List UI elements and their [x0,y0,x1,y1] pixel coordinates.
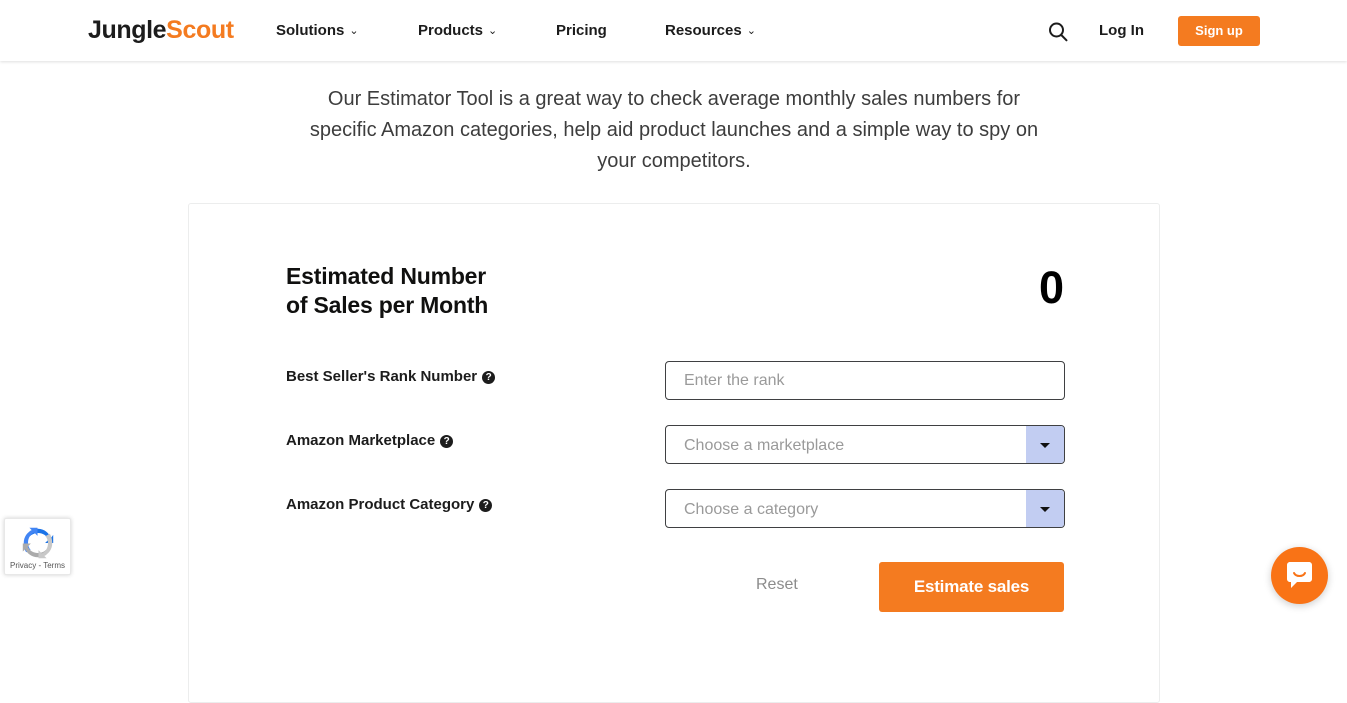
logo-text-scout: Scout [166,16,234,44]
label-amazon-product-category: Amazon Product Category? [286,495,493,515]
rank-input-wrapper [665,361,1065,400]
signup-button[interactable]: Sign up [1178,16,1260,46]
label-amazon-marketplace-text: Amazon Marketplace [286,432,436,449]
chat-launcher-button[interactable] [1271,547,1328,604]
logo-text-jungle: Jungle [88,16,167,44]
label-best-sellers-rank-text: Best Seller's Rank Number [286,368,478,385]
recaptcha-privacy-terms[interactable]: Privacy - Terms [5,561,70,571]
marketplace-select-value: Choose a marketplace [684,437,845,454]
nav-item-products[interactable]: Products ⌄ [418,21,497,41]
site-header: JungleScout Solutions ⌄ Products ⌄ Pricing… [0,0,1347,61]
rank-input[interactable] [666,362,1064,399]
estimate-sales-button[interactable]: Estimate sales [879,562,1064,612]
login-link[interactable]: Log In [1099,21,1144,40]
nav-item-resources[interactable]: Resources ⌄ [665,21,756,41]
recaptcha-icon [22,527,53,559]
nav-item-solutions-label: Solutions [276,22,345,39]
help-icon[interactable]: ? [440,435,454,448]
site-logo[interactable]: JungleScout [88,15,234,46]
search-icon[interactable] [1046,20,1070,44]
estimated-sales-value: 0 [1038,262,1064,313]
category-select-value: Choose a category [684,501,819,518]
nav-item-products-label: Products [418,22,484,39]
nav-item-pricing[interactable]: Pricing [556,21,607,40]
chevron-down-icon: ⌄ [488,25,498,37]
reset-button[interactable]: Reset [756,574,798,595]
dropdown-arrow-icon[interactable] [1026,490,1064,527]
estimator-card: Estimated Number of Sales per Month 0 Be… [188,203,1160,703]
estimator-heading-line1: Estimated Number [286,263,487,289]
label-best-sellers-rank: Best Seller's Rank Number? [286,367,496,387]
chevron-down-icon: ⌄ [349,25,359,37]
category-select[interactable]: Choose a category [665,489,1065,528]
nav-item-solutions[interactable]: Solutions ⌄ [276,21,359,41]
marketplace-select[interactable]: Choose a marketplace [665,425,1065,464]
label-amazon-product-category-text: Amazon Product Category [286,496,475,513]
nav-item-resources-label: Resources [665,22,742,39]
chevron-down-icon: ⌄ [746,25,756,37]
estimator-heading: Estimated Number of Sales per Month [286,262,488,320]
recaptcha-badge[interactable]: Privacy - Terms [4,518,71,575]
label-amazon-marketplace: Amazon Marketplace? [286,431,454,451]
help-icon[interactable]: ? [482,371,496,384]
dropdown-arrow-icon[interactable] [1026,426,1064,463]
estimator-heading-line2: of Sales per Month [286,292,489,318]
intro-paragraph: Our Estimator Tool is a great way to che… [309,88,1039,172]
nav-item-pricing-label: Pricing [556,22,607,39]
help-icon[interactable]: ? [479,499,493,512]
chat-bubble-icon [1287,562,1312,588]
